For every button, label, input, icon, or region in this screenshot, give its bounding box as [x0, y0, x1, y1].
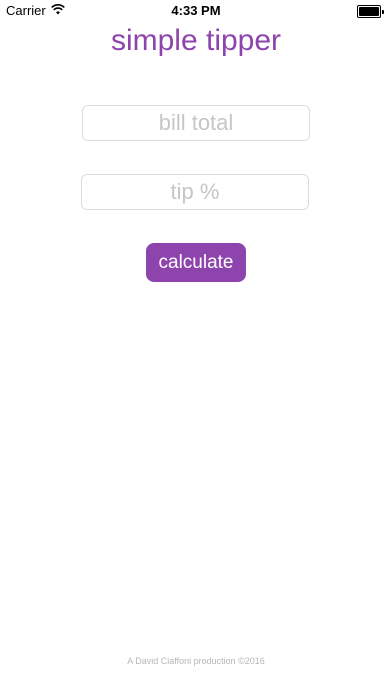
footer-credit: A David Ciaffoni production ©2016 — [127, 656, 265, 666]
app-title: simple tipper — [110, 24, 282, 57]
status-bar: Carrier 4:33 PM — [0, 0, 392, 20]
tip-percent-input[interactable] — [81, 174, 309, 210]
calculate-button[interactable]: calculate — [146, 243, 246, 282]
battery-icon — [357, 5, 384, 18]
status-time: 4:33 PM — [171, 3, 221, 18]
bill-total-input[interactable] — [82, 105, 310, 141]
